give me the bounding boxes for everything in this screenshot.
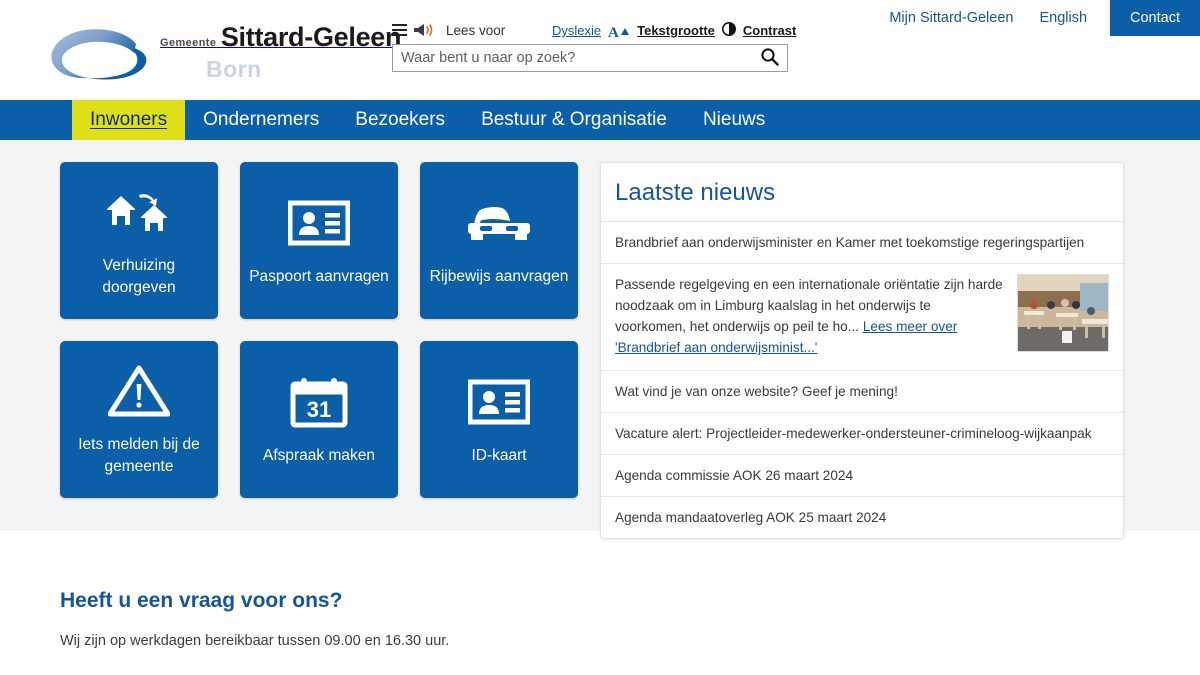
search-icon bbox=[760, 47, 779, 69]
svg-text:31: 31 bbox=[307, 397, 331, 422]
contact-question-text: Wij zijn op werkdagen bereikbaar tussen … bbox=[60, 633, 450, 649]
logo-gemeente-label: Gemeente bbox=[160, 37, 217, 49]
tile-label: ID-kaart bbox=[471, 446, 527, 464]
site-header: Gemeente Sittard-Geleen Born Lees voor D… bbox=[0, 0, 1200, 100]
search-button[interactable] bbox=[751, 45, 787, 71]
news-item[interactable]: Brandbrief aan onderwijsminister en Kame… bbox=[601, 222, 1123, 264]
contact-question-title: Heeft u een vraag voor ons? bbox=[60, 589, 343, 612]
tile-verhuizing-doorgeven[interactable]: Verhuizing doorgeven bbox=[60, 162, 218, 319]
top-link-contact[interactable]: Contact bbox=[1110, 0, 1200, 36]
speaker-icon[interactable] bbox=[413, 22, 439, 38]
warning-triangle-icon bbox=[108, 362, 170, 420]
car-icon bbox=[466, 194, 532, 252]
nav-item-bestuur-organisatie[interactable]: Bestuur & Organisatie bbox=[463, 100, 685, 140]
nav-item-inwoners[interactable]: Inwoners bbox=[72, 100, 186, 140]
nav-item-label: Bezoekers bbox=[355, 109, 446, 130]
calendar-31-icon: 31 bbox=[290, 373, 348, 431]
search-input[interactable] bbox=[393, 45, 751, 71]
latest-news-panel: Laatste nieuws Brandbrief aan onderwijsm… bbox=[600, 162, 1124, 539]
id-card-icon bbox=[288, 194, 350, 252]
logo-born-watermark: Born bbox=[206, 56, 262, 82]
tile-paspoort-aanvragen[interactable]: Paspoort aanvragen bbox=[240, 162, 398, 319]
contact-question-section: Heeft u een vraag voor ons? Wij zijn op … bbox=[0, 531, 1200, 649]
news-item[interactable]: Wat vind je van onze website? Geef je me… bbox=[601, 371, 1123, 413]
read-aloud-label: Lees voor bbox=[446, 22, 506, 38]
tile-iets-melden[interactable]: Iets melden bij de gemeente bbox=[60, 341, 218, 498]
accessibility-toolbar: Dyslexie A Tekstgrootte Contrast bbox=[552, 22, 796, 39]
news-item[interactable]: Agenda mandaatoverleg AOK 25 maart 2024 bbox=[601, 497, 1123, 538]
tile-label: Iets melden bij de gemeente bbox=[78, 435, 200, 475]
search-box[interactable] bbox=[392, 44, 788, 72]
top-link-mijn-sittard-geleen[interactable]: Mijn Sittard-Geleen bbox=[876, 0, 1026, 36]
main-navigation: Inwoners Ondernemers Bezoekers Bestuur &… bbox=[0, 100, 1200, 140]
nav-item-nieuws[interactable]: Nieuws bbox=[685, 100, 783, 140]
news-panel-title: Laatste nieuws bbox=[615, 179, 776, 206]
tile-label: Verhuizing doorgeven bbox=[102, 256, 176, 296]
read-aloud-control[interactable]: Lees voor bbox=[392, 22, 505, 38]
nav-item-bezoekers[interactable]: Bezoekers bbox=[337, 100, 463, 140]
site-logo[interactable]: Gemeente Sittard-Geleen Born bbox=[48, 22, 402, 84]
tile-label: Afspraak maken bbox=[263, 446, 375, 464]
top-link-english[interactable]: English bbox=[1026, 0, 1100, 36]
hamburger-icon[interactable] bbox=[392, 23, 407, 37]
tile-afspraak-maken[interactable]: 31 Afspraak maken bbox=[240, 341, 398, 498]
main-content: Verhuizing doorgeven Paspoort aanvragen bbox=[0, 140, 1200, 539]
text-size-icon[interactable]: A bbox=[608, 24, 630, 38]
top-links: Mijn Sittard-Geleen English Contact bbox=[876, 0, 1200, 36]
tile-id-kaart[interactable]: ID-kaart bbox=[420, 341, 578, 498]
dyslexia-toggle[interactable]: Dyslexie bbox=[552, 23, 601, 38]
news-thumbnail-image bbox=[1017, 274, 1109, 352]
nav-item-label: Inwoners bbox=[90, 109, 168, 130]
svg-text:A: A bbox=[608, 25, 619, 38]
news-header: Laatste nieuws bbox=[601, 163, 1123, 222]
contrast-icon[interactable] bbox=[721, 22, 736, 39]
logo-name-label: Sittard-Geleen bbox=[220, 22, 402, 52]
nav-item-label: Ondernemers bbox=[203, 109, 320, 130]
tile-label: Rijbewijs aanvragen bbox=[429, 267, 569, 285]
nav-item-label: Bestuur & Organisatie bbox=[481, 109, 667, 130]
quick-service-tiles: Verhuizing doorgeven Paspoort aanvragen bbox=[60, 162, 578, 539]
nav-item-label: Nieuws bbox=[702, 109, 766, 130]
id-card-icon bbox=[468, 373, 530, 431]
news-item[interactable]: Vacature alert: Projectleider-medewerker… bbox=[601, 413, 1123, 455]
contrast-toggle[interactable]: Contrast bbox=[743, 23, 796, 38]
moving-houses-icon bbox=[103, 183, 175, 241]
nav-item-ondernemers[interactable]: Ondernemers bbox=[185, 100, 337, 140]
tile-rijbewijs-aanvragen[interactable]: Rijbewijs aanvragen bbox=[420, 162, 578, 319]
news-item-featured[interactable]: Passende regelgeving en een internationa… bbox=[601, 264, 1123, 371]
text-size-toggle[interactable]: Tekstgrootte bbox=[637, 23, 715, 38]
news-item[interactable]: Agenda commissie AOK 26 maart 2024 bbox=[601, 455, 1123, 497]
swoosh-logo-icon bbox=[48, 26, 160, 84]
tile-label: Paspoort aanvragen bbox=[249, 267, 389, 285]
